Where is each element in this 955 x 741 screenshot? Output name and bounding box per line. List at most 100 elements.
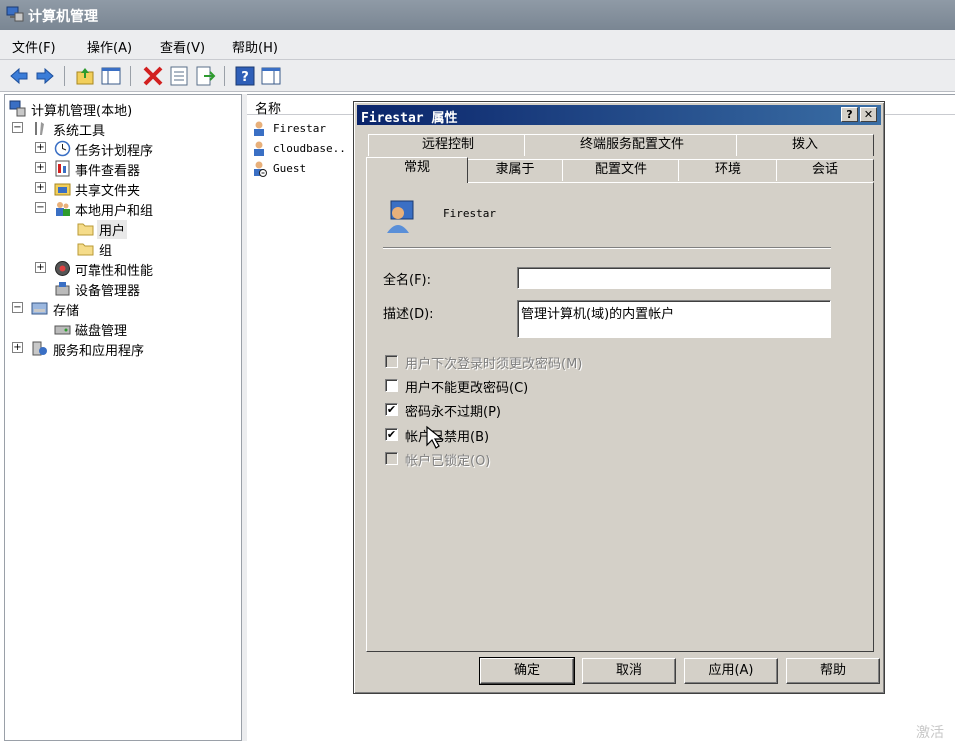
event-viewer-icon <box>55 160 70 177</box>
user-icon <box>254 121 264 136</box>
performance-icon <box>55 261 70 276</box>
tab-member-of[interactable]: 隶属于 <box>466 159 564 181</box>
ok-button[interactable]: 确定 <box>479 657 575 685</box>
description-input[interactable]: 管理计算机(域)的内置帐户 <box>517 300 831 338</box>
dialog-help-button[interactable]: 帮助 <box>786 658 880 684</box>
tree-item-label: 组 <box>99 244 113 259</box>
export-list-icon[interactable] <box>194 65 216 87</box>
users-groups-icon <box>56 202 70 216</box>
checkbox-label: 密码永不过期(P) <box>405 405 501 420</box>
checkbox-box <box>385 452 398 465</box>
disk-icon <box>54 325 71 335</box>
tree-item-label: 系统工具 <box>53 124 106 139</box>
delete-icon[interactable] <box>142 65 164 87</box>
properties-dialog[interactable]: Firestar 属性 ? ✕ 远程控制 终端服务配置文件 拨入 常规 隶属于 … <box>353 101 885 694</box>
back-arrow-icon[interactable] <box>8 65 30 87</box>
tree-item-label: 服务和应用程序 <box>53 344 145 359</box>
dialog-title-bar[interactable]: Firestar 属性 ? ✕ <box>357 105 881 126</box>
up-folder-icon[interactable] <box>74 65 96 87</box>
show-hide-tree-icon[interactable] <box>100 65 122 87</box>
list-item-label: cloudbase.. <box>273 142 346 155</box>
list-item-label: Guest <box>273 162 307 175</box>
tab-sessions[interactable]: 会话 <box>776 159 874 181</box>
expand-icon[interactable]: + <box>35 162 46 173</box>
tree-item-label: 设备管理器 <box>75 284 141 299</box>
collapse-icon[interactable]: − <box>35 202 46 213</box>
description-label: 描述(D): <box>383 307 434 322</box>
tab-terminal-services-profile[interactable]: 终端服务配置文件 <box>524 134 740 156</box>
menu-view[interactable]: 查看(V) <box>160 37 205 56</box>
window-title: 计算机管理 <box>28 9 98 25</box>
folder-icon <box>77 223 94 236</box>
expand-icon[interactable]: + <box>12 342 23 353</box>
tree-item-label: 用户 <box>97 220 128 239</box>
tree-item-label: 磁盘管理 <box>75 324 128 339</box>
tree-item-label: 本地用户和组 <box>75 204 154 219</box>
checkbox-box[interactable]: ✔ <box>385 403 398 416</box>
separator <box>383 247 831 249</box>
tree-item-label: 存储 <box>53 304 80 319</box>
checkbox-label: 帐户已禁用(B) <box>405 430 490 445</box>
device-manager-icon <box>55 282 70 296</box>
list-item-label: Firestar <box>273 122 326 135</box>
computer-management-icon <box>9 100 26 117</box>
storage-icon <box>31 302 48 315</box>
checkbox-label: 用户不能更改密码(C) <box>405 381 529 396</box>
help-icon[interactable]: ? <box>234 65 256 87</box>
help-button[interactable]: ? <box>841 107 858 122</box>
computer-management-icon <box>6 6 24 22</box>
menu-help[interactable]: 帮助(H) <box>232 37 278 56</box>
collapse-icon[interactable]: − <box>12 122 23 133</box>
checkbox-account-locked: 帐户已锁定(O) <box>385 449 685 469</box>
tab-remote-control[interactable]: 远程控制 <box>368 134 528 156</box>
menu-action[interactable]: 操作(A) <box>87 37 132 56</box>
expand-icon[interactable]: + <box>35 182 46 193</box>
menu-bar: 文件(F) 操作(A) 查看(V) 帮助(H) <box>0 30 955 60</box>
checkbox-label: 用户下次登录时须更改密码(M) <box>405 357 583 372</box>
services-icon <box>32 341 47 356</box>
close-button[interactable]: ✕ <box>860 107 877 122</box>
tab-environment[interactable]: 环境 <box>678 159 778 181</box>
action-pane-icon[interactable] <box>260 65 282 87</box>
tree-item-label: 任务计划程序 <box>75 144 154 159</box>
console-tree[interactable]: 计算机管理(本地) − 系统工具 + 任务计划程序 + 事件查看器 + 共享文件… <box>4 94 242 741</box>
dialog-title: Firestar 属性 <box>361 111 458 126</box>
column-header-name[interactable]: 名称 <box>255 98 281 117</box>
tab-dial-in[interactable]: 拨入 <box>736 134 874 156</box>
forward-arrow-icon[interactable] <box>34 65 56 87</box>
apply-button[interactable]: 应用(A) <box>684 658 778 684</box>
properties-icon[interactable] <box>168 65 190 87</box>
mouse-cursor-icon <box>426 425 444 449</box>
activation-watermark: 激活 <box>916 725 944 741</box>
tools-icon <box>35 122 44 135</box>
tab-panel-general: Firestar 全名(F): 描述(D): 管理计算机(域)的内置帐户 用户下… <box>366 182 874 652</box>
svg-text:?: ? <box>241 70 249 85</box>
checkbox-box[interactable]: ✔ <box>385 428 398 441</box>
collapse-icon[interactable]: − <box>12 302 23 313</box>
fullname-input[interactable] <box>517 267 831 289</box>
disabled-user-icon <box>254 161 267 177</box>
tree-item-label: 计算机管理(本地) <box>31 104 133 119</box>
folder-icon <box>77 243 94 256</box>
user-avatar-icon <box>387 200 414 233</box>
clock-icon <box>54 140 71 157</box>
tree-item-label: 可靠性和性能 <box>75 264 154 279</box>
checkbox-password-never-expires[interactable]: ✔ 密码永不过期(P) <box>385 400 685 420</box>
cancel-button[interactable]: 取消 <box>582 658 676 684</box>
checkbox-box[interactable] <box>385 379 398 392</box>
window-title-bar[interactable]: 计算机管理 <box>0 0 955 30</box>
tab-general[interactable]: 常规 <box>366 157 468 183</box>
fullname-label: 全名(F): <box>383 273 432 288</box>
expand-icon[interactable]: + <box>35 142 46 153</box>
username-label: Firestar <box>443 207 496 220</box>
menu-file[interactable]: 文件(F) <box>12 37 56 56</box>
tab-profile[interactable]: 配置文件 <box>562 159 680 181</box>
toolbar: ? <box>0 60 955 92</box>
checkbox-box <box>385 355 398 368</box>
shared-folder-icon <box>54 183 71 196</box>
checkbox-cannot-change-password[interactable]: 用户不能更改密码(C) <box>385 376 685 396</box>
user-icon <box>254 141 264 156</box>
expand-icon[interactable]: + <box>35 262 46 273</box>
checkbox-label: 帐户已锁定(O) <box>405 454 491 469</box>
checkbox-must-change-password: 用户下次登录时须更改密码(M) <box>385 352 685 372</box>
